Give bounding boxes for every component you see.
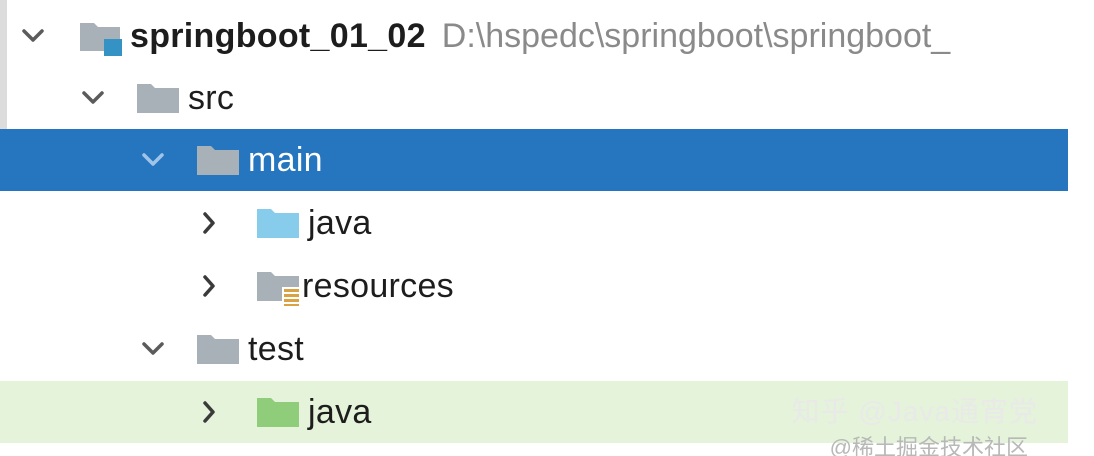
chevron-right-icon[interactable] <box>196 399 222 425</box>
chevron-down-icon[interactable] <box>140 336 166 362</box>
project-path: D:\hspedc\springboot\springboot_ <box>441 16 951 55</box>
chevron-down-icon[interactable] <box>140 147 166 173</box>
tree-row-test[interactable]: test <box>0 318 1068 380</box>
chevron-down-icon[interactable] <box>20 23 46 49</box>
tree-row-java-source[interactable]: java <box>0 192 1068 254</box>
folder-icon <box>196 143 240 177</box>
module-folder-icon <box>78 19 122 56</box>
tree-node-label: main <box>248 140 323 179</box>
tree-row-src[interactable]: src <box>0 67 1068 129</box>
tree-node-label: java <box>308 203 372 242</box>
tree-row-resources[interactable]: resources <box>0 255 1068 317</box>
tree-row-project[interactable]: springboot_01_02 D:\hspedc\springboot\sp… <box>0 5 1068 67</box>
chevron-down-icon[interactable] <box>80 85 106 111</box>
project-tree-panel: springboot_01_02 D:\hspedc\springboot\sp… <box>0 0 1068 456</box>
tree-node-label: test <box>248 329 305 368</box>
watermark-zhihu: 知乎 @Java通宵党 <box>791 396 1038 427</box>
tree-node-label: resources <box>302 266 454 305</box>
tree-row-main[interactable]: main <box>0 129 1068 191</box>
project-name: springboot_01_02 <box>130 16 426 55</box>
resources-folder-icon <box>256 269 300 306</box>
folder-icon <box>196 332 240 366</box>
tree-node-label: src <box>188 78 235 117</box>
source-folder-icon <box>256 206 300 240</box>
watermark-juejin: @稀土掘金技术社区 <box>829 435 1028 456</box>
scrollbar-area <box>1068 0 1094 456</box>
tree-node-label: java <box>308 392 372 431</box>
chevron-right-icon[interactable] <box>196 210 222 236</box>
test-folder-icon <box>256 395 300 429</box>
chevron-right-icon[interactable] <box>196 273 222 299</box>
folder-icon <box>136 81 180 115</box>
